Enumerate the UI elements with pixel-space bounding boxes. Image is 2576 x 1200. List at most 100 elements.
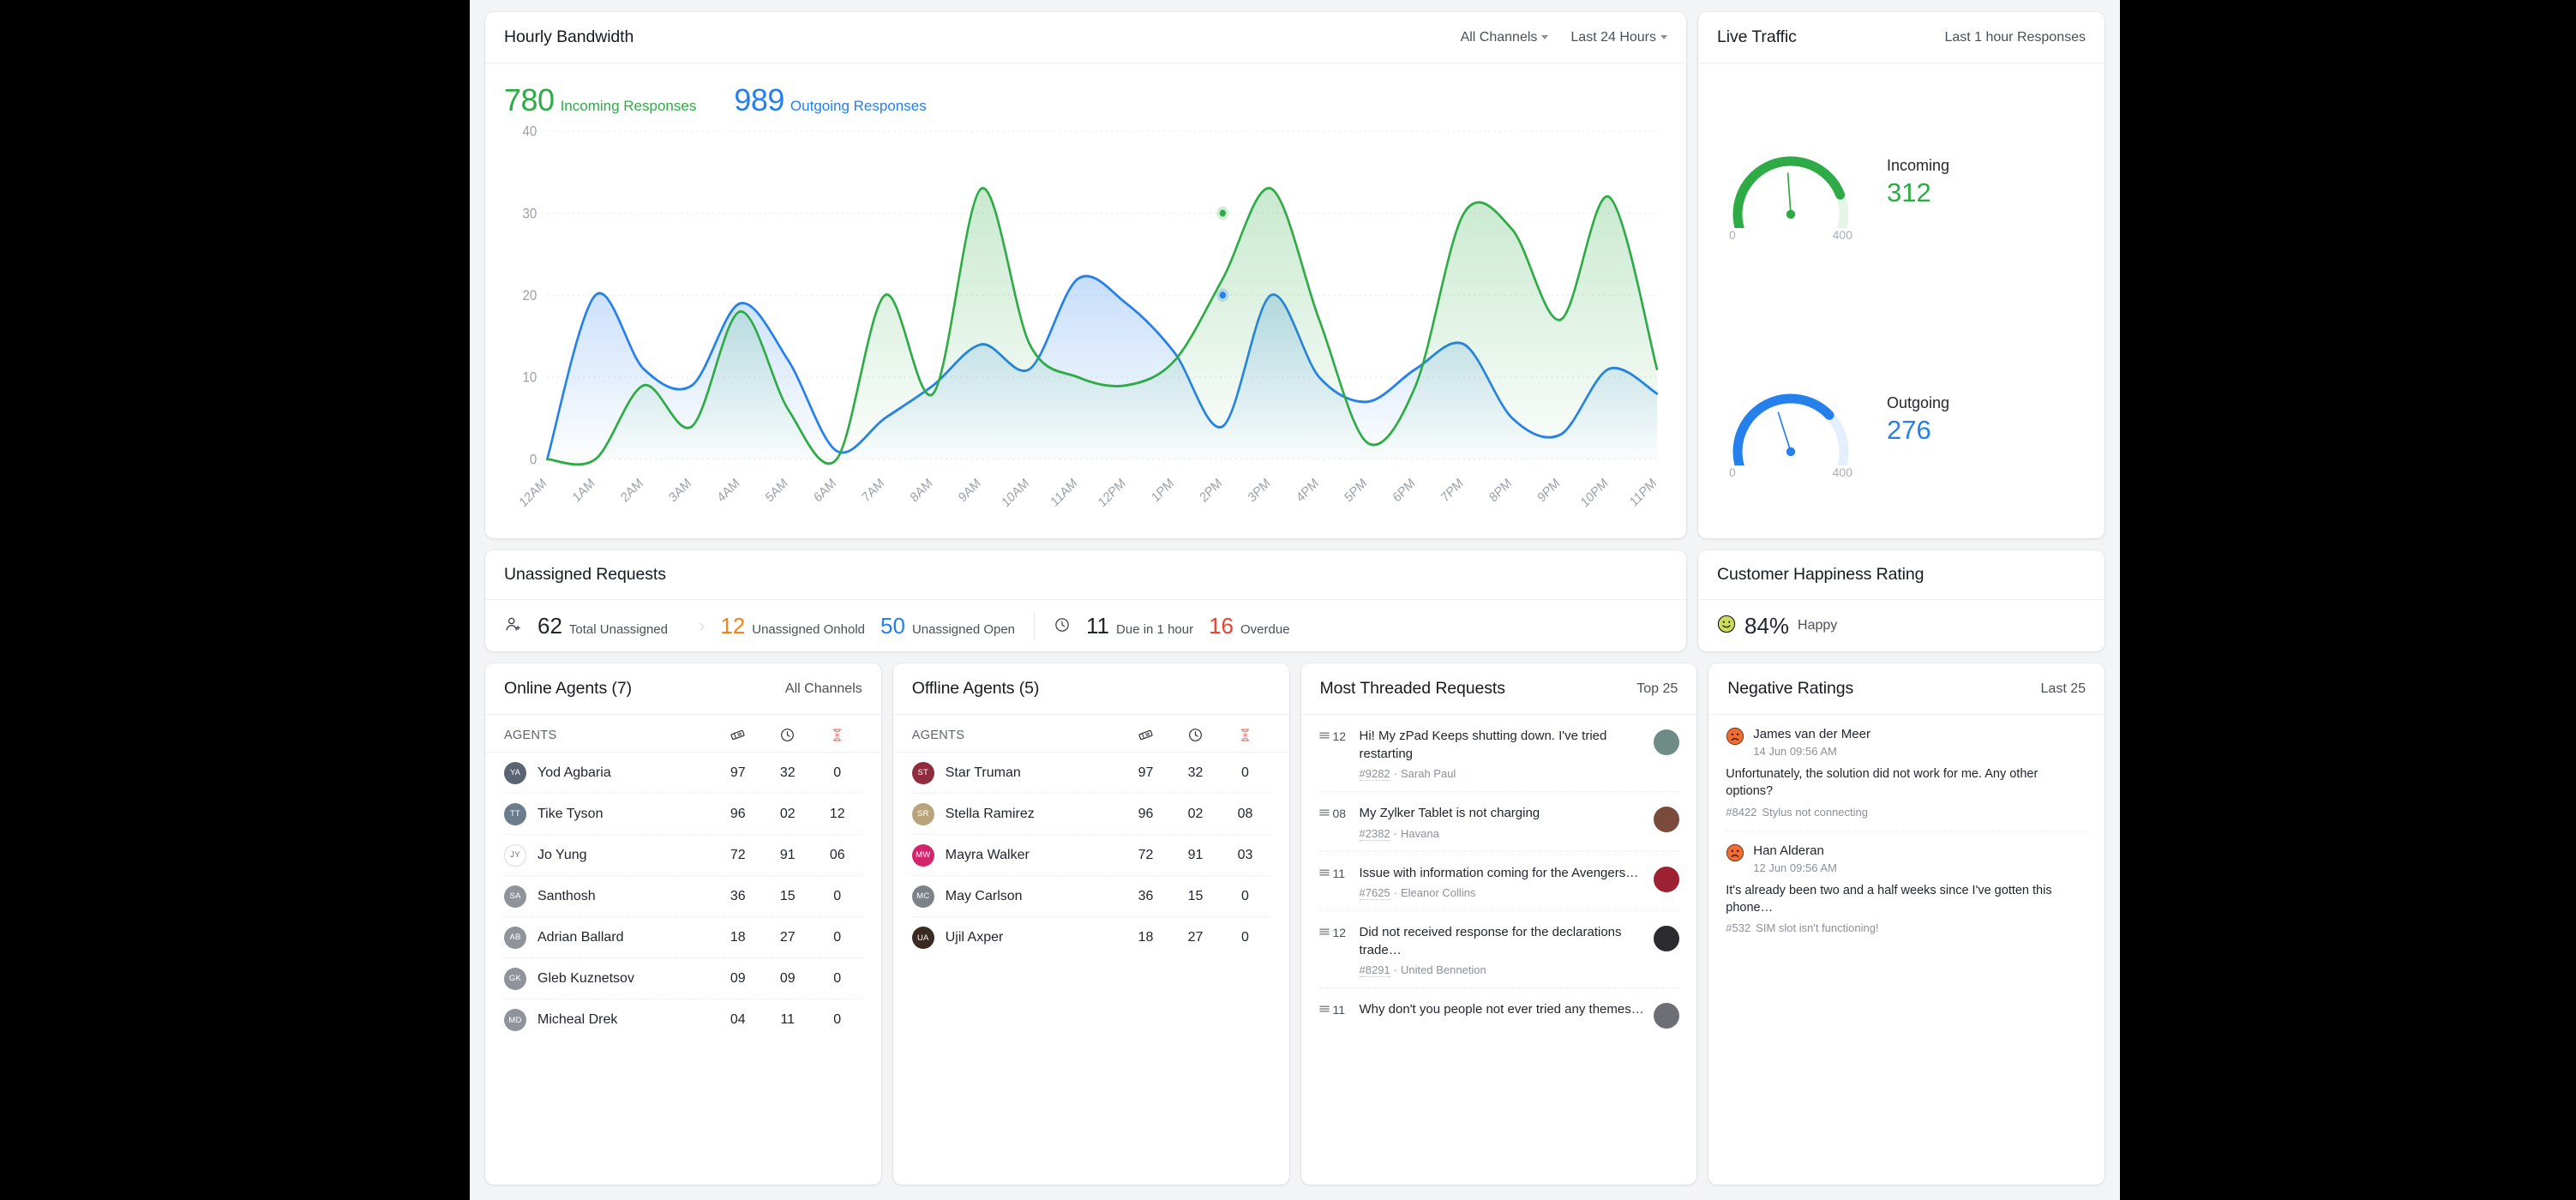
thread-body: Hi! My zPad Keeps shutting down. I've tr… (1359, 728, 1654, 782)
metric-due-in-1-hour[interactable]: 11 Due in 1 hour (1054, 613, 1193, 639)
clock-icon (1171, 727, 1221, 743)
metric-label: Due in 1 hour (1116, 621, 1194, 637)
hourly-bandwidth-card: Hourly Bandwidth All Channels Last 24 Ho… (485, 12, 1686, 538)
thread-count-value: 12 (1332, 729, 1347, 743)
unassigned-title: Unassigned Requests (504, 565, 666, 584)
rating-subject: SIM slot isn't functioning! (1756, 921, 1879, 935)
list-item[interactable]: 12 Hi! My zPad Keeps shutting down. I've … (1318, 715, 1680, 793)
svg-text:7PM: 7PM (1438, 476, 1466, 506)
table-row[interactable]: JY Jo Yung 72 91 06 (504, 835, 862, 876)
agent-tickets: 97 (1138, 765, 1154, 780)
svg-text:6PM: 6PM (1390, 476, 1418, 506)
svg-text:9AM: 9AM (956, 476, 983, 506)
table-row[interactable]: SA Santhosh 36 15 0 (504, 876, 862, 917)
list-item[interactable]: 08 My Zylker Tablet is not charging #2382 ·… (1318, 792, 1680, 852)
avatar: MD (504, 1009, 526, 1031)
thread-body: Did not received response for the declar… (1359, 924, 1654, 978)
table-row[interactable]: MC May Carlson 36 15 0 (911, 876, 1270, 917)
metric-total-unassigned[interactable]: 62 Total Unassigned (504, 613, 668, 639)
metric-value: 50 (880, 612, 905, 639)
thread-author: United Bennetion (1401, 963, 1486, 977)
table-row[interactable]: SR Stella Ramirez 96 02 08 (911, 794, 1270, 835)
table-row[interactable]: TT Tike Tyson 96 02 12 (504, 794, 862, 835)
svg-text:2AM: 2AM (618, 476, 646, 506)
table-row[interactable]: GK Gleb Kuznetsov 09 09 0 (504, 958, 862, 999)
list-item[interactable]: Han Alderan 12 Jun 09:56 AM It's already b… (1726, 831, 2087, 947)
channel-filter-dropdown[interactable]: All Channels (1461, 30, 1549, 45)
chevron-down-icon (1541, 34, 1549, 39)
thread-author: Sarah Paul (1401, 767, 1456, 781)
agent-time: 15 (779, 888, 796, 903)
list-item[interactable]: 12 Did not received response for the decl… (1318, 911, 1680, 989)
svg-text:10AM: 10AM (1000, 476, 1032, 511)
thread-id: #9282 (1359, 767, 1390, 782)
metric-overdue[interactable]: 16 Overdue (1209, 613, 1289, 639)
chevron-down-icon (1660, 34, 1667, 39)
bandwidth-chart-svg: 0 10 20 30 40 12AM 1AM 2AM 3AM 4AM 5AM 6AM 7AM 8AM 9AM… (517, 124, 1660, 511)
svg-text:4AM: 4AM (715, 476, 742, 506)
gauge-max: 400 (1832, 465, 1852, 479)
metric-unassigned-onhold[interactable]: 12 Unassigned Onhold (720, 613, 865, 639)
agent-tickets: 18 (730, 929, 746, 945)
legend-outgoing: 989 Outgoing Responses (734, 82, 926, 118)
negative-ratings-title: Negative Ratings (1727, 679, 1854, 698)
avatar: UA (911, 927, 934, 949)
thread-lines-icon (1318, 926, 1330, 942)
negative-ratings-filter[interactable]: Last 25 (2041, 681, 2086, 697)
most-threaded-filter[interactable]: Top 25 (1636, 681, 1678, 697)
list-item[interactable]: 11 Why don't you people not ever tried an… (1318, 988, 1680, 1040)
rating-id: #8422 (1726, 805, 1757, 819)
thread-id: #2382 (1359, 826, 1390, 841)
thread-id: #8291 (1359, 963, 1390, 978)
gauge-max: 400 (1832, 227, 1852, 242)
incoming-label: Incoming Responses (560, 98, 697, 114)
agent-overdue: 03 (1237, 847, 1253, 862)
rating-author: James van der Meer (1753, 727, 1870, 741)
online-agents-filter[interactable]: All Channels (785, 681, 862, 697)
time-range-dropdown[interactable]: Last 24 Hours (1570, 30, 1667, 45)
svg-text:4PM: 4PM (1294, 476, 1321, 506)
table-row[interactable]: MW Mayra Walker 72 91 03 (911, 835, 1270, 876)
table-row[interactable]: YA Yod Agbaria 97 32 0 (504, 753, 862, 794)
offline-agents-table-head: AGENTS (892, 715, 1289, 753)
metric-unassigned-open[interactable]: 50 Unassigned Open (880, 613, 1015, 639)
agent-name: Mayra Walker (945, 847, 1030, 862)
list-item[interactable]: 11 Issue with information coming for the … (1318, 852, 1680, 912)
table-row[interactable]: UA Ujil Axper 18 27 0 (911, 917, 1270, 958)
legend-incoming: 780 Incoming Responses (504, 82, 696, 118)
most-threaded-card: Most Threaded Requests Top 25 12 Hi! My z… (1300, 663, 1697, 1185)
negative-identity: James van der Meer 14 Jun 09:56 AM (1753, 727, 1870, 758)
table-row[interactable]: AB Adrian Ballard 18 27 0 (504, 917, 862, 958)
metric-label: Unassigned Onhold (752, 621, 866, 637)
agent-overdue: 0 (833, 765, 842, 780)
gauge-dial: 0 400 (1714, 356, 1868, 484)
thread-lines-icon (1318, 807, 1330, 823)
happiness-label: Happy (1798, 618, 1838, 633)
table-row[interactable]: MD Micheal Drek 04 11 0 (504, 999, 862, 1041)
table-row[interactable]: ST Star Truman 97 32 0 (911, 753, 1270, 794)
agent-overdue: 0 (1241, 888, 1249, 903)
agent-tickets: 96 (1138, 806, 1154, 821)
channel-filter-label: All Channels (1460, 29, 1538, 45)
offline-agents-header: Offline Agents (5) (892, 663, 1289, 715)
separator-dot: · (1393, 886, 1397, 900)
svg-text:20: 20 (522, 288, 537, 303)
thread-body: Issue with information coming for the Av… (1359, 865, 1654, 901)
svg-text:30: 30 (522, 207, 537, 222)
metric-value: 12 (720, 612, 746, 639)
thread-subject: Hi! My zPad Keeps shutting down. I've tr… (1359, 729, 1607, 761)
agent-overdue: 0 (1241, 765, 1249, 780)
thread-subject: Why don't you people not ever tried any … (1359, 1002, 1644, 1017)
gauge-dial: 0 400 (1714, 118, 1868, 247)
avatar (1654, 926, 1680, 952)
live-traffic-card: Live Traffic Last 1 hour Responses 0 400 I… (1698, 12, 2105, 538)
offline-agents-rows: ST Star Truman 97 32 0 SR Stella Ramirez 96 02 08… (893, 753, 1289, 958)
gauge-meta: Outgoing 276 (1887, 394, 1949, 446)
thread-subject: Issue with information coming for the Av… (1359, 865, 1639, 880)
list-item[interactable]: James van der Meer 14 Jun 09:56 AM Unfortu… (1726, 715, 2087, 831)
svg-text:10PM: 10PM (1578, 476, 1611, 511)
agent-name: May Carlson (945, 888, 1023, 903)
agent-time: 91 (1187, 847, 1204, 862)
sad-face-icon (1726, 843, 1744, 867)
avatar: YA (504, 761, 526, 784)
